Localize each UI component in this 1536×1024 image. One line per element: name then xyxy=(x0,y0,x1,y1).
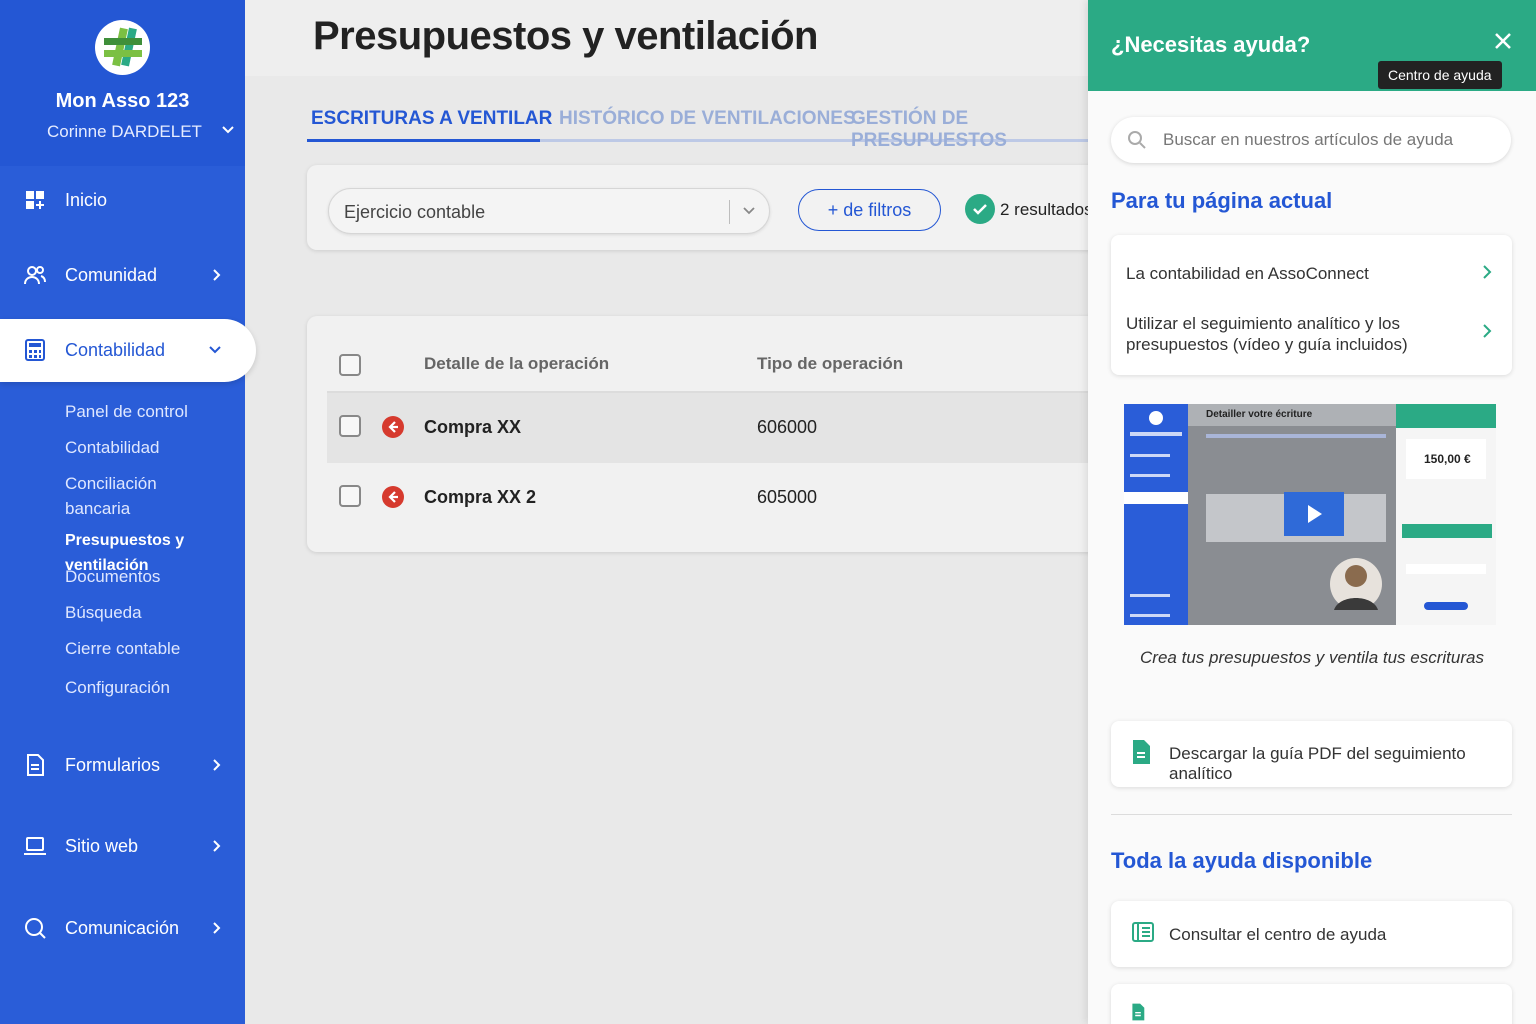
sidebar-item-comunicacion[interactable]: Comunicación xyxy=(0,898,245,958)
chevron-right-icon xyxy=(213,759,221,771)
operation-detail: Compra XX xyxy=(424,417,522,437)
tab-escrituras[interactable]: ESCRITURAS A VENTILAR xyxy=(311,108,552,130)
operation-detail: Compra XX 2 xyxy=(424,487,537,507)
help-link-seguimiento[interactable]: Utilizar el seguimiento analítico y los … xyxy=(1126,313,1456,355)
help-center-link[interactable]: Consultar el centro de ayuda xyxy=(1169,925,1386,945)
operation-type: 605000 xyxy=(757,487,818,507)
chevron-down-icon xyxy=(209,346,221,354)
tutorial-video[interactable]: Detailler votre écriture 150,00 € xyxy=(1124,404,1496,625)
help-center-tooltip: Centro de ayuda xyxy=(1378,61,1502,89)
sidebar-item-label: Sitio web xyxy=(65,835,139,856)
filter-bar: Ejercicio contable + de filtros 2 result… xyxy=(307,165,1107,250)
sidebar-item-label: Comunicación xyxy=(65,917,180,938)
help-link-contabilidad[interactable]: La contabilidad en AssoConnect xyxy=(1126,263,1456,284)
results-count: 2 resultados xyxy=(1000,200,1093,219)
chevron-right-icon xyxy=(1483,265,1492,279)
column-header-tipo: Tipo de operación xyxy=(757,354,904,373)
search-icon xyxy=(1128,131,1146,149)
chevron-right-icon xyxy=(1483,324,1492,338)
select-separator xyxy=(729,200,730,224)
chevron-right-icon xyxy=(213,922,221,934)
chevron-right-icon xyxy=(213,840,221,852)
sidebar-item-label: Formularios xyxy=(65,754,161,775)
document-icon xyxy=(27,754,44,776)
user-name: Corinne DARDELET xyxy=(47,122,202,141)
sidebar: Mon Asso 123 Corinne DARDELET Inicio Com… xyxy=(0,0,256,1024)
active-tab-indicator xyxy=(307,139,540,142)
current-page-links: La contabilidad en AssoConnect Utilizar … xyxy=(1111,235,1512,375)
laptop-icon xyxy=(24,837,46,855)
pdf-guide-card[interactable]: Descargar la guía PDF del seguimiento an… xyxy=(1111,721,1512,787)
subitem-conciliacion[interactable]: Conciliación bancaria xyxy=(65,471,185,521)
column-header-detalle: Detalle de la operación xyxy=(424,354,610,373)
table-row[interactable]: Compra XX 2 605000 xyxy=(327,463,1107,533)
check-icon xyxy=(965,194,995,224)
chevron-right-icon xyxy=(213,269,221,281)
help-center-card[interactable]: Consultar el centro de ayuda xyxy=(1111,901,1512,967)
video-caption: Crea tus presupuestos y ventila tus escr… xyxy=(1140,648,1484,667)
subitem-cierre[interactable]: Cierre contable xyxy=(65,636,245,661)
org-switcher[interactable]: Mon Asso 123 Corinne DARDELET xyxy=(0,0,245,166)
subitem-panel-control[interactable]: Panel de control xyxy=(65,399,245,424)
page-title: Presupuestos y ventilación xyxy=(313,14,818,58)
tab-historico[interactable]: HISTÓRICO DE VENTILACIONES xyxy=(559,108,856,130)
help-title: ¿Necesitas ayuda? xyxy=(1111,32,1311,57)
expense-arrow-icon xyxy=(382,416,404,438)
help-extra-card[interactable] xyxy=(1111,984,1512,1024)
subitem-contabilidad[interactable]: Contabilidad xyxy=(65,435,245,460)
operations-table: Detalle de la operación Tipo de operació… xyxy=(307,316,1107,552)
sidebar-item-label: Comunidad xyxy=(65,264,158,285)
subitem-configuracion[interactable]: Configuración xyxy=(65,675,245,700)
file-icon xyxy=(1133,740,1150,764)
tab-gestion[interactable]: GESTIÓN DE PRESUPUESTOS xyxy=(851,108,1088,152)
sidebar-item-sitio-web[interactable]: Sitio web xyxy=(0,816,245,876)
sidebar-item-formularios[interactable]: Formularios xyxy=(0,735,245,795)
chat-icon xyxy=(25,918,46,939)
row-checkbox[interactable] xyxy=(339,485,361,507)
tab-bar: ESCRITURAS A VENTILAR HISTÓRICO DE VENTI… xyxy=(307,96,1088,151)
sidebar-item-label: Contabilidad xyxy=(65,340,166,360)
sidebar-item-contabilidad[interactable]: Contabilidad xyxy=(0,319,256,382)
help-panel: ¿Necesitas ayuda? Centro de ayuda Para t… xyxy=(1088,0,1536,1024)
more-filters-button[interactable]: + de filtros xyxy=(798,189,941,231)
table-row[interactable]: Compra XX 606000 xyxy=(327,393,1107,463)
help-search[interactable] xyxy=(1111,117,1511,163)
video-inner-header: Detailler votre écriture xyxy=(1206,409,1313,420)
users-icon xyxy=(24,266,46,285)
org-name: Mon Asso 123 xyxy=(55,90,190,112)
close-icon[interactable] xyxy=(1492,30,1514,52)
pdf-guide-link[interactable]: Descargar la guía PDF del seguimiento an… xyxy=(1169,744,1512,784)
calculator-icon xyxy=(25,339,45,361)
sidebar-item-comunidad[interactable]: Comunidad xyxy=(0,245,245,305)
section-title-all-help: Toda la ayuda disponible xyxy=(1111,848,1373,873)
org-logo xyxy=(95,20,150,75)
select-value: Ejercicio contable xyxy=(344,202,486,222)
row-checkbox[interactable] xyxy=(339,415,361,437)
chevron-down-icon xyxy=(222,126,234,134)
section-divider xyxy=(1111,814,1512,815)
dashboard-icon xyxy=(26,191,44,209)
help-search-input[interactable] xyxy=(1163,125,1493,155)
file-icon xyxy=(1132,1003,1145,1021)
chevron-down-icon xyxy=(743,207,755,215)
section-title-current-page: Para tu página actual xyxy=(1111,188,1333,213)
subitem-busqueda[interactable]: Búsqueda xyxy=(65,600,245,625)
video-inner-amount: 150,00 € xyxy=(1424,452,1471,466)
expense-arrow-icon xyxy=(382,486,404,508)
select-all-checkbox[interactable] xyxy=(339,354,361,376)
book-icon xyxy=(1132,922,1154,942)
sidebar-item-inicio[interactable]: Inicio xyxy=(0,170,245,230)
subitem-documentos[interactable]: Documentos xyxy=(65,564,245,589)
sidebar-item-label: Inicio xyxy=(65,189,108,210)
fiscal-year-select[interactable]: Ejercicio contable xyxy=(328,188,770,234)
operation-type: 606000 xyxy=(757,417,818,437)
